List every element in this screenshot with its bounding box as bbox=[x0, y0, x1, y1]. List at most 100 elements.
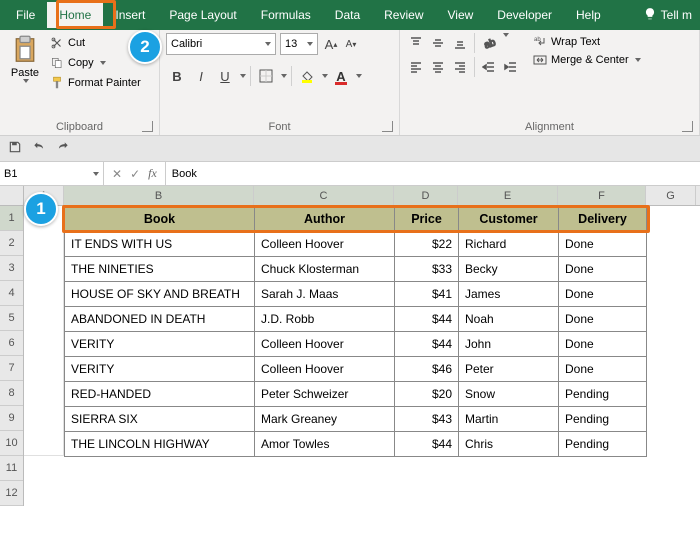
accept-formula-button[interactable]: ✓ bbox=[130, 167, 140, 181]
cell-delivery[interactable]: Pending bbox=[559, 382, 647, 407]
cell-author[interactable]: J.D. Robb bbox=[255, 307, 395, 332]
undo-button[interactable] bbox=[32, 140, 46, 157]
cell-author[interactable]: Colleen Hoover bbox=[255, 357, 395, 382]
menu-view[interactable]: View bbox=[436, 2, 486, 28]
cell-area[interactable]: Book Author Price Customer Delivery IT E… bbox=[24, 206, 647, 506]
cell-book[interactable]: VERITY bbox=[65, 332, 255, 357]
col-header-B[interactable]: B bbox=[64, 186, 254, 205]
format-painter-button[interactable]: Format Painter bbox=[48, 75, 143, 91]
fx-icon[interactable]: fx bbox=[148, 166, 157, 181]
cell-delivery[interactable]: Pending bbox=[559, 432, 647, 457]
cell-price[interactable]: $33 bbox=[395, 257, 459, 282]
paste-button[interactable]: Paste bbox=[6, 33, 44, 83]
cell-price[interactable]: $41 bbox=[395, 282, 459, 307]
row-header[interactable]: 1 bbox=[0, 206, 23, 231]
increase-indent-button[interactable] bbox=[501, 57, 521, 77]
header-price[interactable]: Price bbox=[395, 207, 459, 232]
col-header-G[interactable]: G bbox=[646, 186, 696, 205]
cell-delivery[interactable]: Done bbox=[559, 332, 647, 357]
row-header[interactable]: 6 bbox=[0, 331, 23, 356]
cell-delivery[interactable]: Done bbox=[559, 307, 647, 332]
cell-delivery[interactable]: Done bbox=[559, 257, 647, 282]
fill-color-button[interactable] bbox=[296, 65, 318, 87]
align-middle-button[interactable] bbox=[428, 33, 448, 53]
row-header[interactable]: 5 bbox=[0, 306, 23, 331]
cell-book[interactable]: THE LINCOLN HIGHWAY bbox=[65, 432, 255, 457]
wrap-text-button[interactable]: abWrap Text bbox=[533, 35, 641, 49]
name-box[interactable]: B1 bbox=[0, 162, 104, 185]
cell-book[interactable]: THE NINETIES bbox=[65, 257, 255, 282]
cell-customer[interactable]: John bbox=[459, 332, 559, 357]
cell-price[interactable]: $44 bbox=[395, 332, 459, 357]
align-center-button[interactable] bbox=[428, 57, 448, 77]
cell-delivery[interactable]: Pending bbox=[559, 407, 647, 432]
decrease-indent-button[interactable] bbox=[479, 57, 499, 77]
cell-customer[interactable]: James bbox=[459, 282, 559, 307]
menu-formulas[interactable]: Formulas bbox=[249, 2, 323, 28]
cell-price[interactable]: $44 bbox=[395, 307, 459, 332]
italic-button[interactable]: I bbox=[190, 65, 212, 87]
tell-me[interactable]: Tell m bbox=[643, 7, 696, 24]
cell-delivery[interactable]: Done bbox=[559, 357, 647, 382]
cell-author[interactable]: Mark Greaney bbox=[255, 407, 395, 432]
font-name-select[interactable]: Calibri bbox=[166, 33, 276, 55]
cell-delivery[interactable]: Done bbox=[559, 232, 647, 257]
cell-book[interactable]: HOUSE OF SKY AND BREATH bbox=[65, 282, 255, 307]
cell-book[interactable]: VERITY bbox=[65, 357, 255, 382]
borders-button[interactable] bbox=[255, 65, 277, 87]
row-header[interactable]: 8 bbox=[0, 381, 23, 406]
cell-author[interactable]: Sarah J. Maas bbox=[255, 282, 395, 307]
menu-home[interactable]: Home bbox=[47, 2, 103, 28]
save-button[interactable] bbox=[8, 140, 22, 157]
redo-button[interactable] bbox=[56, 140, 70, 157]
row-header[interactable]: 2 bbox=[0, 231, 23, 256]
cell-customer[interactable]: Noah bbox=[459, 307, 559, 332]
cell-customer[interactable]: Martin bbox=[459, 407, 559, 432]
cell-price[interactable]: $43 bbox=[395, 407, 459, 432]
font-color-button[interactable]: A bbox=[330, 65, 352, 87]
col-header-C[interactable]: C bbox=[254, 186, 394, 205]
menu-review[interactable]: Review bbox=[372, 2, 435, 28]
select-all-corner[interactable] bbox=[0, 186, 24, 205]
cell-price[interactable]: $20 bbox=[395, 382, 459, 407]
orientation-button[interactable]: ab bbox=[479, 33, 499, 53]
cell-book[interactable]: ABANDONED IN DEATH bbox=[65, 307, 255, 332]
font-size-select[interactable]: 13 bbox=[280, 33, 318, 55]
row-header[interactable]: 10 bbox=[0, 431, 23, 456]
underline-button[interactable]: U bbox=[214, 65, 236, 87]
shrink-font-button[interactable]: A▾ bbox=[342, 34, 360, 54]
cell-price[interactable]: $44 bbox=[395, 432, 459, 457]
grow-font-button[interactable]: A▴ bbox=[322, 34, 340, 54]
row-header[interactable]: 9 bbox=[0, 406, 23, 431]
cancel-formula-button[interactable]: ✕ bbox=[112, 167, 122, 181]
cell-customer[interactable]: Snow bbox=[459, 382, 559, 407]
cell-author[interactable]: Colleen Hoover bbox=[255, 332, 395, 357]
cell-author[interactable]: Peter Schweizer bbox=[255, 382, 395, 407]
col-header-E[interactable]: E bbox=[458, 186, 558, 205]
align-bottom-button[interactable] bbox=[450, 33, 470, 53]
cell-price[interactable]: $22 bbox=[395, 232, 459, 257]
align-top-button[interactable] bbox=[406, 33, 426, 53]
cell-author[interactable]: Amor Towles bbox=[255, 432, 395, 457]
col-header-F[interactable]: F bbox=[558, 186, 646, 205]
header-delivery[interactable]: Delivery bbox=[559, 207, 647, 232]
copy-button[interactable]: Copy bbox=[48, 55, 143, 71]
row-header[interactable]: 12 bbox=[0, 481, 23, 506]
cell-book[interactable]: IT ENDS WITH US bbox=[65, 232, 255, 257]
merge-center-button[interactable]: Merge & Center bbox=[533, 53, 641, 67]
cell-book[interactable]: RED-HANDED bbox=[65, 382, 255, 407]
cell-book[interactable]: SIERRA SIX bbox=[65, 407, 255, 432]
cell-author[interactable]: Chuck Klosterman bbox=[255, 257, 395, 282]
menu-file[interactable]: File bbox=[4, 2, 47, 28]
bold-button[interactable]: B bbox=[166, 65, 188, 87]
menu-page-layout[interactable]: Page Layout bbox=[157, 2, 248, 28]
row-header[interactable]: 4 bbox=[0, 281, 23, 306]
cell-customer[interactable]: Peter bbox=[459, 357, 559, 382]
cell-customer[interactable]: Richard bbox=[459, 232, 559, 257]
header-author[interactable]: Author bbox=[255, 207, 395, 232]
header-book[interactable]: Book bbox=[65, 207, 255, 232]
menu-developer[interactable]: Developer bbox=[485, 2, 564, 28]
row-header[interactable]: 7 bbox=[0, 356, 23, 381]
formula-input[interactable]: Book bbox=[166, 162, 700, 185]
col-header-D[interactable]: D bbox=[394, 186, 458, 205]
